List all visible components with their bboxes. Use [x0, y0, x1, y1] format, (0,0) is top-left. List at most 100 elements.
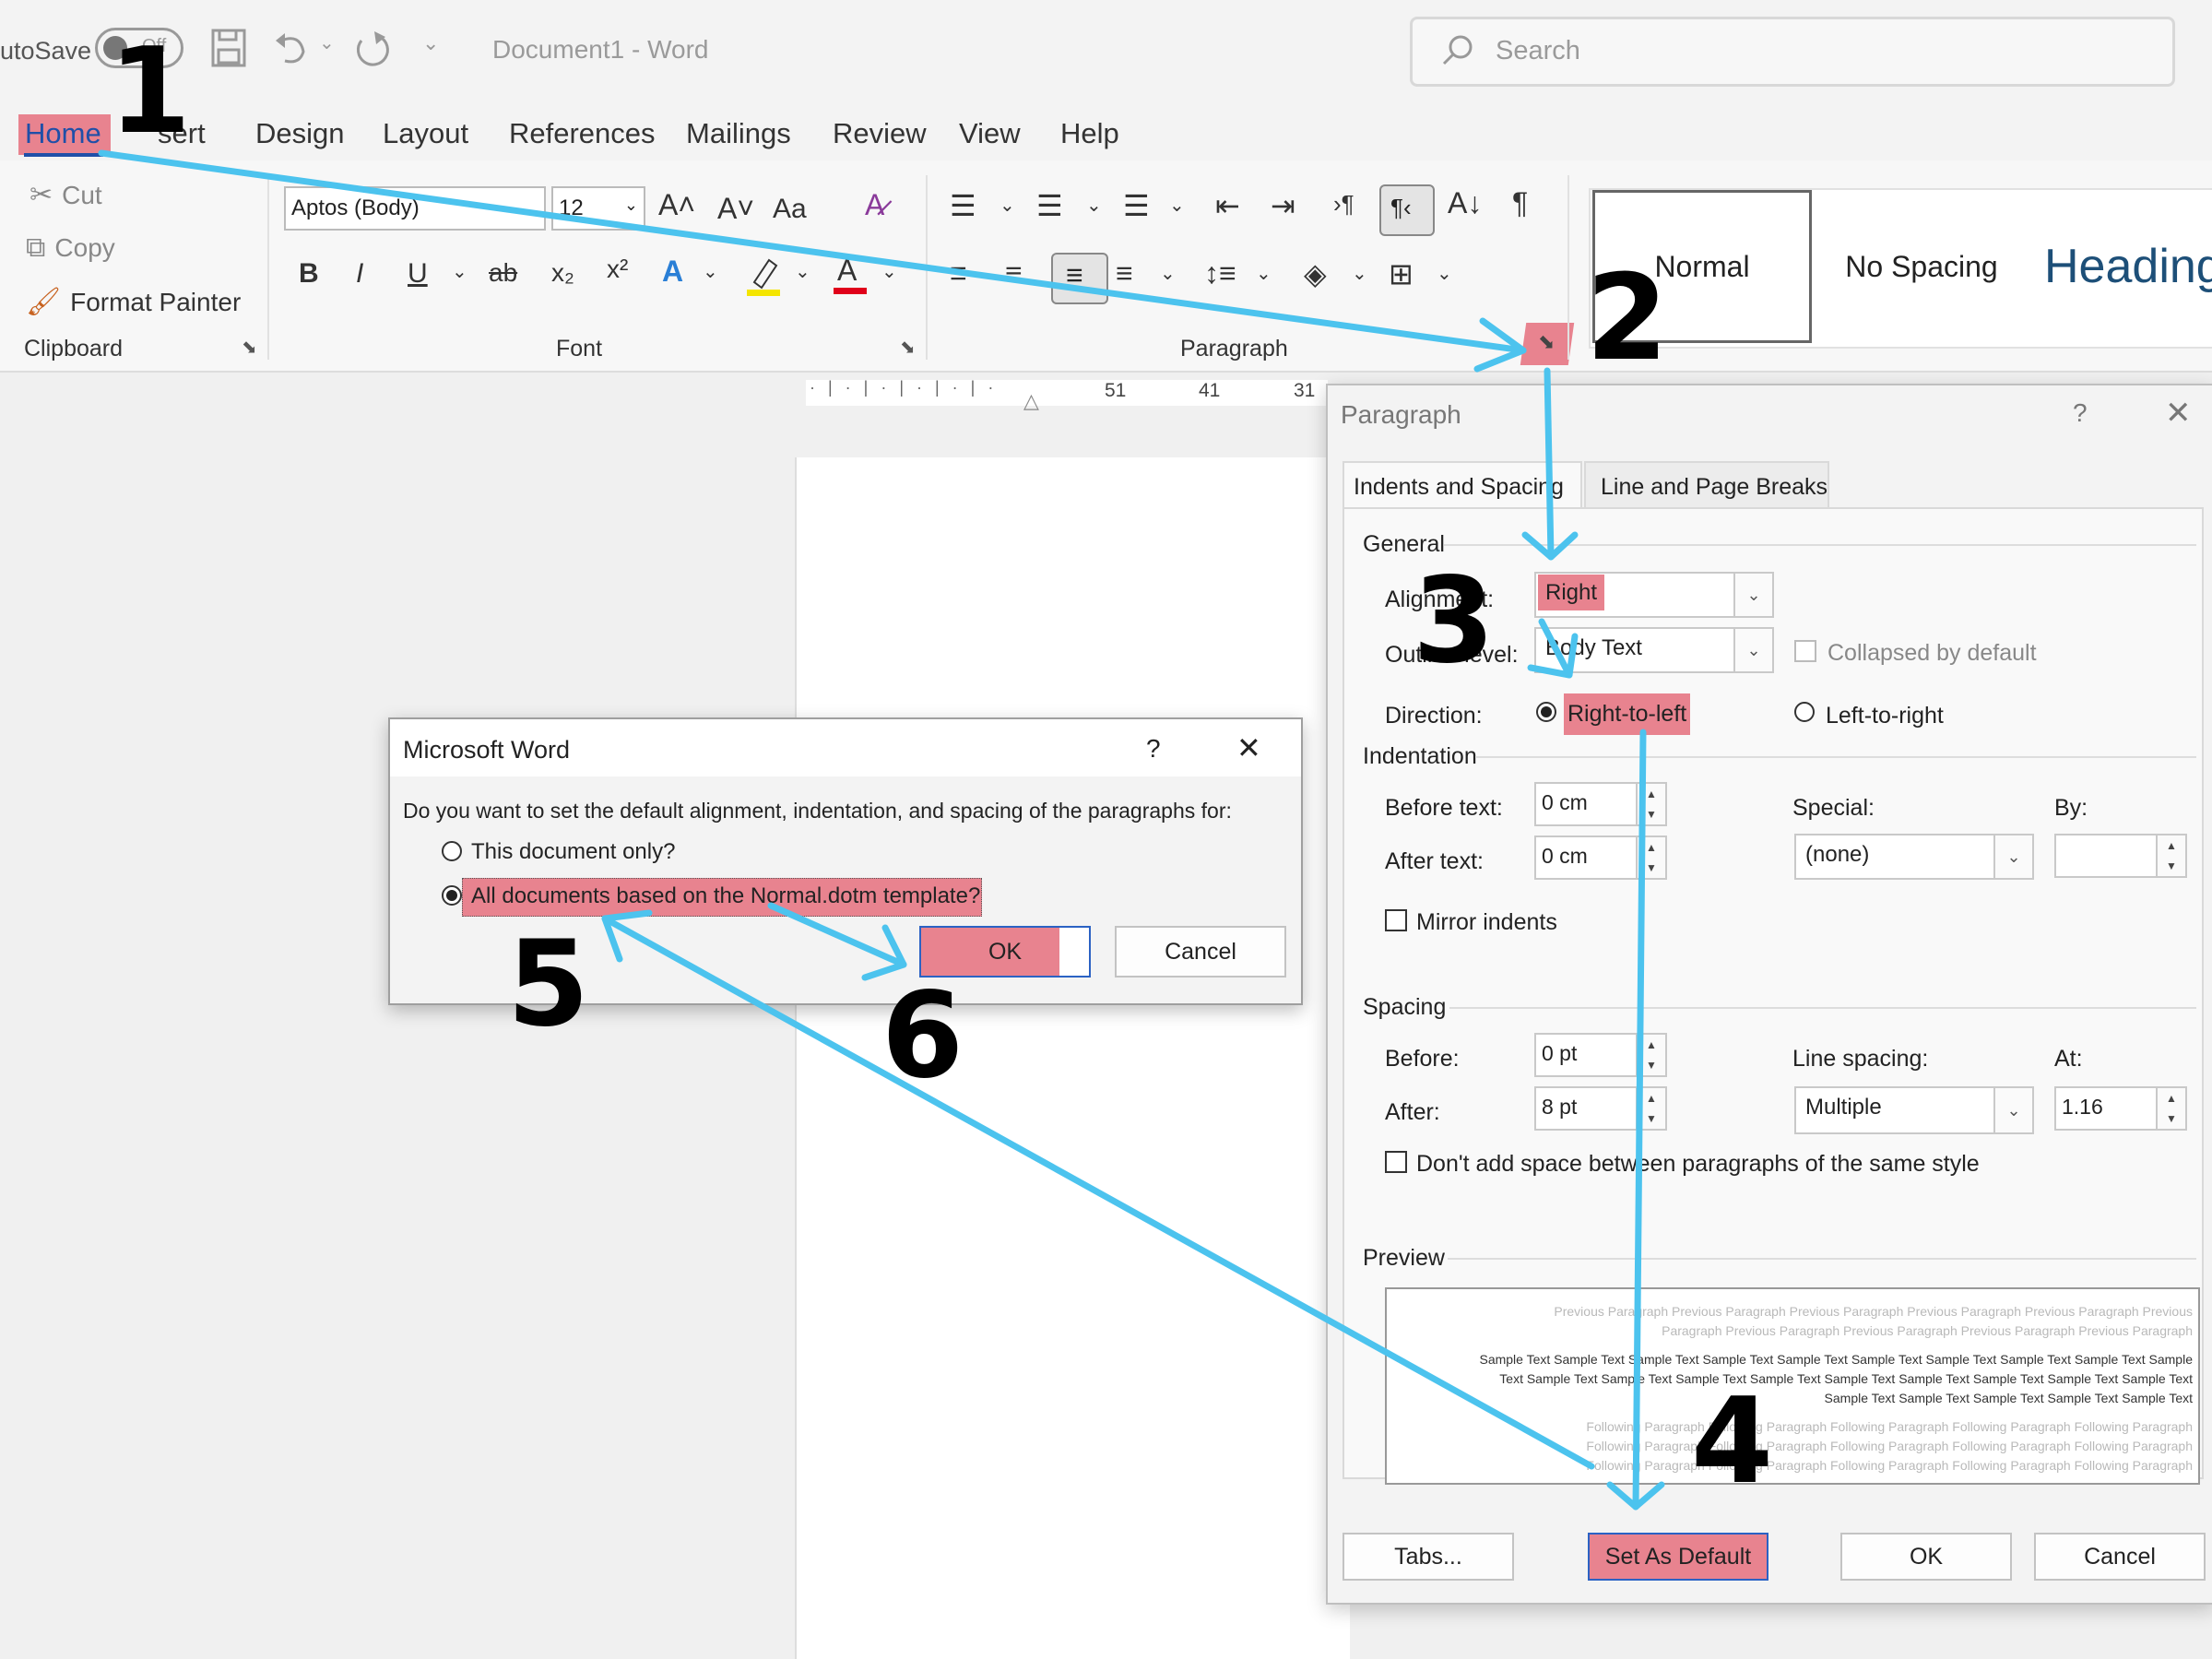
clear-formatting-icon[interactable]: A̷ [865, 188, 884, 222]
subscript-icon[interactable]: x₂ [551, 258, 574, 288]
dont-add-space-checkbox[interactable] [1385, 1151, 1407, 1173]
document-page[interactable] [795, 457, 1350, 1659]
alignment-combo[interactable]: Right ⌄ [1534, 572, 1774, 618]
font-size-box[interactable]: 12 ⌄ [551, 186, 645, 231]
tab-layout[interactable]: Layout [383, 117, 468, 150]
tab-view[interactable]: View [959, 117, 1021, 150]
save-icon[interactable] [210, 28, 247, 73]
help-icon[interactable]: ? [1146, 734, 1161, 764]
confirm-cancel-button[interactable]: Cancel [1115, 926, 1286, 978]
search-box[interactable]: Search [1410, 17, 2175, 87]
special-combo[interactable]: (none) ⌄ [1794, 834, 2034, 880]
close-icon[interactable]: ✕ [2165, 395, 2192, 432]
borders-dropdown-icon[interactable]: ⌄ [1437, 262, 1452, 285]
ruler-mark: 31 [1294, 380, 1316, 401]
font-color-icon[interactable]: A [832, 251, 869, 302]
direction-ltr-label[interactable]: Left-to-right [1826, 703, 1944, 729]
all-documents-radio[interactable] [442, 885, 462, 906]
ok-button[interactable]: OK [1840, 1533, 2012, 1581]
justify-icon[interactable]: ≡ [1116, 256, 1133, 290]
direction-rtl-radio[interactable] [1536, 702, 1556, 722]
at-spinner[interactable]: 1.16 ▲ ▼ [2054, 1086, 2187, 1131]
bullets-dropdown-icon[interactable]: ⌄ [1000, 194, 1015, 217]
line-spacing-dropdown-icon[interactable]: ⌄ [1256, 262, 1272, 285]
tabs-button[interactable]: Tabs... [1343, 1533, 1514, 1581]
tab-home[interactable]: Home [25, 117, 101, 150]
highlight-color-icon[interactable] [745, 255, 782, 302]
bold-icon[interactable]: B [299, 258, 319, 290]
direction-ltr-radio[interactable] [1794, 702, 1815, 722]
help-icon[interactable]: ? [2073, 398, 2088, 428]
show-formatting-icon[interactable]: ¶ [1512, 186, 1528, 220]
grow-font-icon[interactable]: A˄ [658, 188, 695, 222]
multilevel-list-icon[interactable]: ☰ [1123, 188, 1150, 223]
clipboard-launcher-icon[interactable]: ⬊ [242, 336, 257, 359]
font-color-dropdown-icon[interactable]: ⌄ [881, 260, 897, 283]
cancel-button[interactable]: Cancel [2034, 1533, 2206, 1581]
sort-icon[interactable]: A↓ [1448, 186, 1482, 220]
redo-icon[interactable] [352, 28, 393, 73]
by-spinner[interactable]: ▲ ▼ [2054, 834, 2187, 878]
all-documents-label[interactable]: All documents based on the Normal.dotm t… [471, 883, 980, 909]
after-spinner[interactable]: 8 pt ▲ ▼ [1534, 1086, 1667, 1131]
font-name-box[interactable]: Aptos (Body) [284, 186, 546, 231]
style-heading[interactable]: Heading [2031, 190, 2212, 343]
line-spacing-icon[interactable]: ↕≡ [1204, 256, 1236, 290]
rtl-paragraph-button[interactable]: ¶‹ [1379, 184, 1435, 236]
this-document-label[interactable]: This document only? [471, 839, 675, 865]
multilevel-dropdown-icon[interactable]: ⌄ [1169, 194, 1185, 217]
numbering-icon[interactable]: ☰ [1036, 188, 1063, 223]
text-effects-icon[interactable]: A [662, 255, 683, 289]
text-effects-dropdown-icon[interactable]: ⌄ [703, 260, 718, 283]
highlight-dropdown-icon[interactable]: ⌄ [795, 260, 810, 283]
collapsed-checkbox[interactable] [1794, 640, 1816, 662]
outline-level-combo[interactable]: Body Text ⌄ [1534, 627, 1774, 673]
italic-icon[interactable]: I [356, 258, 363, 290]
mirror-indents-checkbox[interactable] [1385, 909, 1407, 931]
change-case-button[interactable]: Aa [773, 194, 807, 225]
customize-qat-icon[interactable]: ⌄ [422, 31, 439, 55]
after-text-spinner[interactable]: 0 cm ▲ ▼ [1534, 835, 1667, 880]
align-center-icon[interactable]: ≡ [1005, 256, 1023, 290]
tab-references[interactable]: References [509, 117, 656, 150]
justify-dropdown-icon[interactable]: ⌄ [1160, 262, 1176, 285]
tab-help[interactable]: Help [1060, 117, 1119, 150]
tab-design[interactable]: Design [255, 117, 345, 150]
direction-rtl-label[interactable]: Right-to-left [1564, 693, 1691, 735]
undo-dropdown-icon[interactable]: ⌄ [319, 31, 335, 54]
superscript-icon[interactable]: x² [607, 255, 628, 284]
this-document-radio[interactable] [442, 841, 462, 861]
undo-icon[interactable] [272, 28, 309, 73]
numbering-dropdown-icon[interactable]: ⌄ [1086, 194, 1102, 217]
font-launcher-icon[interactable]: ⬊ [900, 336, 916, 359]
bullets-icon[interactable]: ☰ [950, 188, 976, 223]
copy-button[interactable]: ⧉ Copy [26, 232, 115, 264]
paragraph-launcher-icon[interactable]: ⬊ [1538, 330, 1555, 354]
tab-indents-spacing[interactable]: Indents and Spacing [1343, 461, 1582, 509]
format-painter-button[interactable]: 🖌 Format Painter [26, 286, 241, 318]
style-no-spacing[interactable]: No Spacing [1816, 190, 2028, 343]
line-spacing-combo[interactable]: Multiple ⌄ [1794, 1086, 2034, 1134]
indent-marker-icon[interactable]: △ [1023, 389, 1039, 413]
underline-icon[interactable]: U [408, 258, 428, 290]
borders-icon[interactable]: ⊞ [1389, 256, 1414, 291]
shading-dropdown-icon[interactable]: ⌄ [1352, 262, 1367, 285]
before-text-spinner[interactable]: 0 cm ▲ ▼ [1534, 782, 1667, 826]
tab-line-page-breaks[interactable]: Line and Page Breaks [1584, 461, 1829, 507]
before-spinner[interactable]: 0 pt ▲ ▼ [1534, 1033, 1667, 1077]
horizontal-ruler[interactable]: ·|·|·|·|·|· △ 51 41 31 [0, 373, 1328, 413]
ltr-paragraph-icon[interactable]: ›¶ [1333, 190, 1354, 219]
set-as-default-button[interactable]: Set As Default [1588, 1533, 1768, 1581]
underline-dropdown-icon[interactable]: ⌄ [452, 260, 467, 283]
decrease-indent-icon[interactable]: ⇤ [1215, 188, 1240, 223]
tab-review[interactable]: Review [833, 117, 927, 150]
cut-button[interactable]: ✂ Cut [30, 179, 102, 211]
close-icon[interactable]: ✕ [1236, 730, 1261, 765]
align-left-icon[interactable]: ≡ [950, 256, 967, 290]
strikethrough-icon[interactable]: ab [489, 258, 517, 288]
increase-indent-icon[interactable]: ⇥ [1271, 188, 1295, 223]
align-right-button[interactable]: ≡ [1051, 253, 1108, 304]
tab-mailings[interactable]: Mailings [686, 117, 791, 150]
shading-icon[interactable]: ◈ [1304, 256, 1327, 291]
shrink-font-icon[interactable]: A˅ [717, 192, 754, 226]
